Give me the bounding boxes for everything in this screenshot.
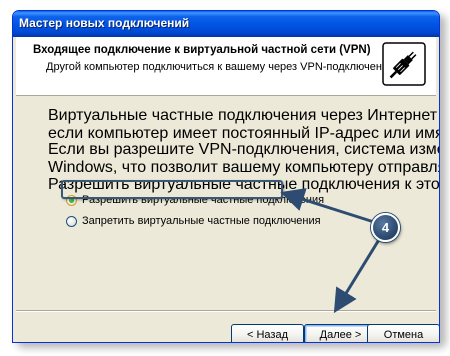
info-line: Windows, что позволит вашему компьютеру …: [48, 159, 439, 176]
wizard-window: Мастер новых подключений Входящее подклю…: [12, 10, 440, 343]
radio-deny-label: Запретить виртуальные частные подключени…: [82, 215, 321, 227]
radio-button-checked[interactable]: [66, 194, 77, 206]
radio-allow-label: Разрешить виртуальные частные подключени…: [82, 194, 325, 206]
header-subtitle: Другой компьютер подключиться к вашему ч…: [46, 61, 398, 73]
info-paragraph-1: Виртуальные частные подключения через Ин…: [48, 107, 439, 143]
window-title: Мастер новых подключений: [19, 16, 190, 30]
radio-deny-vpn[interactable]: Запретить виртуальные частные подключени…: [66, 215, 321, 227]
title-bar[interactable]: Мастер новых подключений: [13, 11, 439, 37]
wizard-header: Входящее подключение к виртуальной частн…: [16, 37, 436, 96]
cancel-button[interactable]: Отмена: [367, 324, 439, 342]
radio-button-unchecked[interactable]: [66, 215, 77, 227]
footer-divider: [16, 310, 436, 312]
question-label: Разрешить виртуальные частные подключени…: [48, 176, 440, 193]
screenshot-stage: Мастер новых подключений Входящее подклю…: [0, 0, 450, 356]
info-line: Если вы разрешите VPN-подключения, систе…: [48, 141, 439, 158]
info-paragraph-2: Если вы разрешите VPN-подключения, систе…: [48, 141, 439, 177]
header-title: Входящее подключение к виртуальной частн…: [33, 44, 371, 56]
info-line: Виртуальные частные подключения через Ин…: [48, 107, 439, 124]
wizard-body: Входящее подключение к виртуальной частн…: [16, 37, 440, 342]
back-button[interactable]: < Назад: [231, 324, 304, 342]
network-plug-icon: [382, 42, 426, 86]
radio-allow-vpn[interactable]: Разрешить виртуальные частные подключени…: [66, 194, 324, 206]
